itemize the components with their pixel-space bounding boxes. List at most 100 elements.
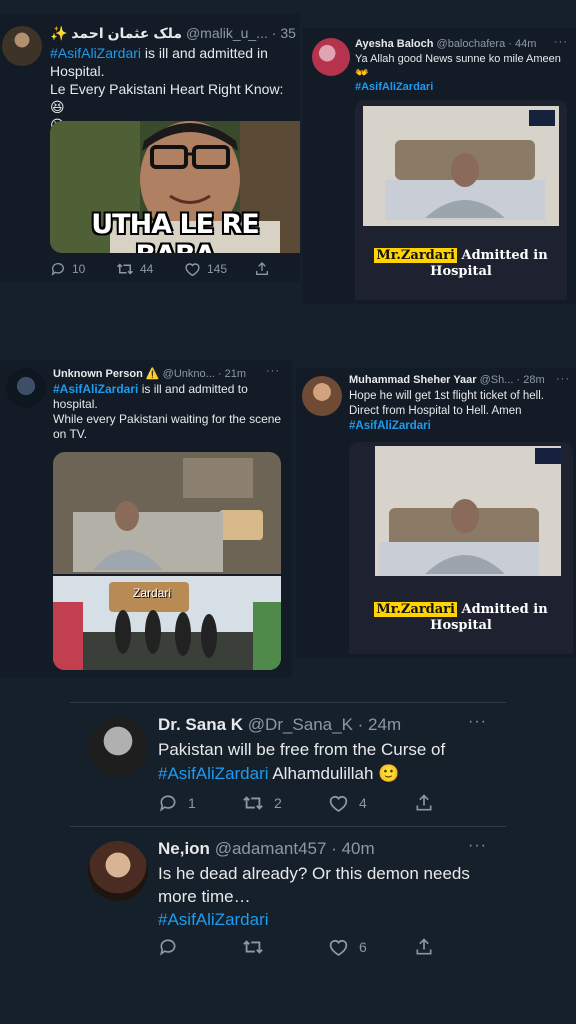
more-options-icon[interactable]: ···: [266, 365, 280, 377]
reply-button[interactable]: 1: [158, 793, 242, 813]
retweet-button[interactable]: 2: [242, 793, 328, 813]
like-count: 6: [359, 939, 367, 955]
tweet-text-line: While every Pakistani waiting for the sc…: [53, 412, 282, 441]
hashtag-link[interactable]: #AsifAliZardari: [53, 382, 138, 396]
timestamp[interactable]: · 21m: [218, 368, 246, 380]
timestamp[interactable]: · 28m: [517, 374, 545, 386]
display-name[interactable]: Unknown Person ⚠️: [53, 368, 160, 380]
coffin-label: Zardari: [133, 586, 172, 600]
like-count: 145: [207, 262, 228, 276]
share-button[interactable]: [414, 793, 434, 813]
tweet-text-line: Hope he will get 1st flight ticket of he…: [349, 390, 544, 417]
tweet-text: Pakistan will be free from the Curse of …: [158, 738, 498, 786]
overlay-text: Admitted in: [456, 602, 548, 617]
share-icon: [256, 262, 268, 275]
retweet-icon: [243, 796, 263, 810]
tweet-card-4[interactable]: Muhammad Sheher Yaar @Sh... · 28m ··· Ho…: [296, 368, 576, 658]
hashtag-link[interactable]: #AsifAliZardari: [50, 45, 141, 61]
share-icon: [416, 794, 432, 811]
avatar[interactable]: [302, 376, 342, 416]
avatar[interactable]: [6, 368, 46, 408]
overlay-highlight: Mr.Zardari: [374, 248, 457, 263]
retweet-icon: [116, 263, 134, 275]
avatar[interactable]: [2, 26, 42, 66]
tweet-text: #AsifAliZardari is ill and admitted to h…: [53, 382, 289, 442]
timestamp[interactable]: · 40m: [331, 839, 374, 858]
avatar[interactable]: [312, 38, 350, 76]
display-name[interactable]: Ne,ion: [158, 839, 210, 858]
overlay-text-line2: Hospital: [430, 618, 492, 633]
retweet-button[interactable]: [242, 937, 328, 957]
like-button[interactable]: 145: [184, 261, 254, 277]
like-icon: [329, 796, 348, 812]
tweet-actions: 6: [158, 937, 434, 957]
more-options-icon[interactable]: ···: [468, 713, 487, 731]
tweet-text-line: Is he dead already? Or this demon needs …: [158, 864, 470, 906]
overlay-highlight: Mr.Zardari: [374, 602, 457, 617]
display-name[interactable]: Dr. Sana K: [158, 715, 243, 734]
avatar[interactable]: [88, 841, 148, 901]
more-options-icon[interactable]: ···: [556, 373, 570, 385]
tweet-card-5[interactable]: Dr. Sana K @Dr_Sana_K · 24m ··· Pakistan…: [70, 702, 506, 826]
share-button[interactable]: [414, 937, 434, 957]
timestamp[interactable]: · 35m: [272, 25, 296, 41]
tweet-text: Hope he will get 1st flight ticket of he…: [349, 389, 571, 434]
tweet-header: Muhammad Sheher Yaar @Sh... · 28m: [349, 374, 571, 386]
user-handle[interactable]: @Sh...: [480, 374, 514, 386]
like-icon: [329, 940, 348, 956]
reply-icon: [160, 795, 176, 812]
user-handle[interactable]: @balochafera: [437, 38, 506, 50]
news-overlay: Mr.Zardari Admitted in Hospital: [355, 248, 567, 280]
meme-collage-image[interactable]: Zardari: [53, 452, 281, 670]
user-handle[interactable]: @Dr_Sana_K: [248, 715, 353, 734]
reply-count: 10: [72, 262, 86, 276]
tweet-card-1[interactable]: ✨ ملک عثمان احمد @malik_u_... · 35m #Asi…: [0, 14, 300, 282]
tweet-text-line: Le Every Pakistani Heart Right Know: 😆: [50, 81, 284, 115]
tweet-header: Dr. Sana K @Dr_Sana_K · 24m: [158, 715, 458, 735]
retweet-button[interactable]: 44: [116, 261, 184, 277]
tweet-text: Is he dead already? Or this demon needs …: [158, 862, 498, 931]
overlay-text-line2: Hospital: [430, 264, 492, 279]
sparkle-emoji: ✨: [50, 25, 68, 41]
tweet-actions: 1 2 4: [158, 793, 434, 813]
tweet-header: Ne,ion @adamant457 · 40m: [158, 839, 458, 859]
reply-button[interactable]: [158, 937, 242, 957]
news-overlay: Mr.Zardari Admitted in Hospital: [349, 602, 573, 634]
user-handle[interactable]: @Unkno...: [163, 368, 215, 380]
display-name[interactable]: Muhammad Sheher Yaar: [349, 374, 477, 386]
hospital-image[interactable]: Mr.Zardari Admitted in Hospital: [355, 100, 567, 300]
reply-icon: [51, 263, 64, 276]
tweet-actions: 10 44 145: [50, 261, 270, 277]
hospital-image[interactable]: Mr.Zardari Admitted in Hospital: [349, 442, 573, 654]
like-count: 4: [359, 795, 367, 811]
tweet-card-3[interactable]: Unknown Person ⚠️ @Unkno... · 21m ··· #A…: [0, 360, 292, 678]
overlay-text: Admitted in: [456, 248, 548, 263]
avatar[interactable]: [88, 717, 148, 777]
meme-image[interactable]: UTHA LE RE BABA: [50, 121, 300, 253]
user-handle[interactable]: @malik_u_...: [186, 25, 268, 41]
retweet-count: 44: [140, 262, 154, 276]
tweet-text-line: Alhamdulillah 🙂: [268, 764, 400, 783]
tweet-card-2[interactable]: Ayesha Baloch @balochafera · 44m ··· Ya …: [302, 28, 576, 304]
hashtag-link[interactable]: #AsifAliZardari: [349, 420, 431, 432]
display-name[interactable]: ملک عثمان احمد: [71, 25, 182, 41]
meme-caption: UTHA LE RE BABA: [91, 209, 260, 253]
user-handle[interactable]: @adamant457: [215, 839, 327, 858]
tweet-header: ✨ ملک عثمان احمد @malik_u_... · 35m: [50, 25, 296, 42]
hashtag-link[interactable]: #AsifAliZardari: [355, 81, 433, 93]
more-options-icon[interactable]: ···: [468, 837, 487, 855]
reply-button[interactable]: 10: [50, 261, 116, 277]
hashtag-link[interactable]: #AsifAliZardari: [158, 764, 269, 783]
more-options-icon[interactable]: ···: [554, 36, 568, 48]
tweet-card-6[interactable]: Ne,ion @adamant457 · 40m ··· Is he dead …: [70, 826, 506, 976]
timestamp[interactable]: · 24m: [358, 715, 401, 734]
retweet-icon: [243, 940, 263, 954]
hashtag-link[interactable]: #AsifAliZardari: [158, 910, 269, 929]
like-button[interactable]: 4: [328, 793, 414, 813]
timestamp[interactable]: · 44m: [508, 38, 536, 50]
tweet-text: Ya Allah good News sunne ko mile Ameen 👐…: [355, 52, 573, 94]
display-name[interactable]: Ayesha Baloch: [355, 38, 433, 50]
share-button[interactable]: [254, 261, 270, 277]
reply-count: 1: [188, 795, 196, 811]
like-button[interactable]: 6: [328, 937, 414, 957]
